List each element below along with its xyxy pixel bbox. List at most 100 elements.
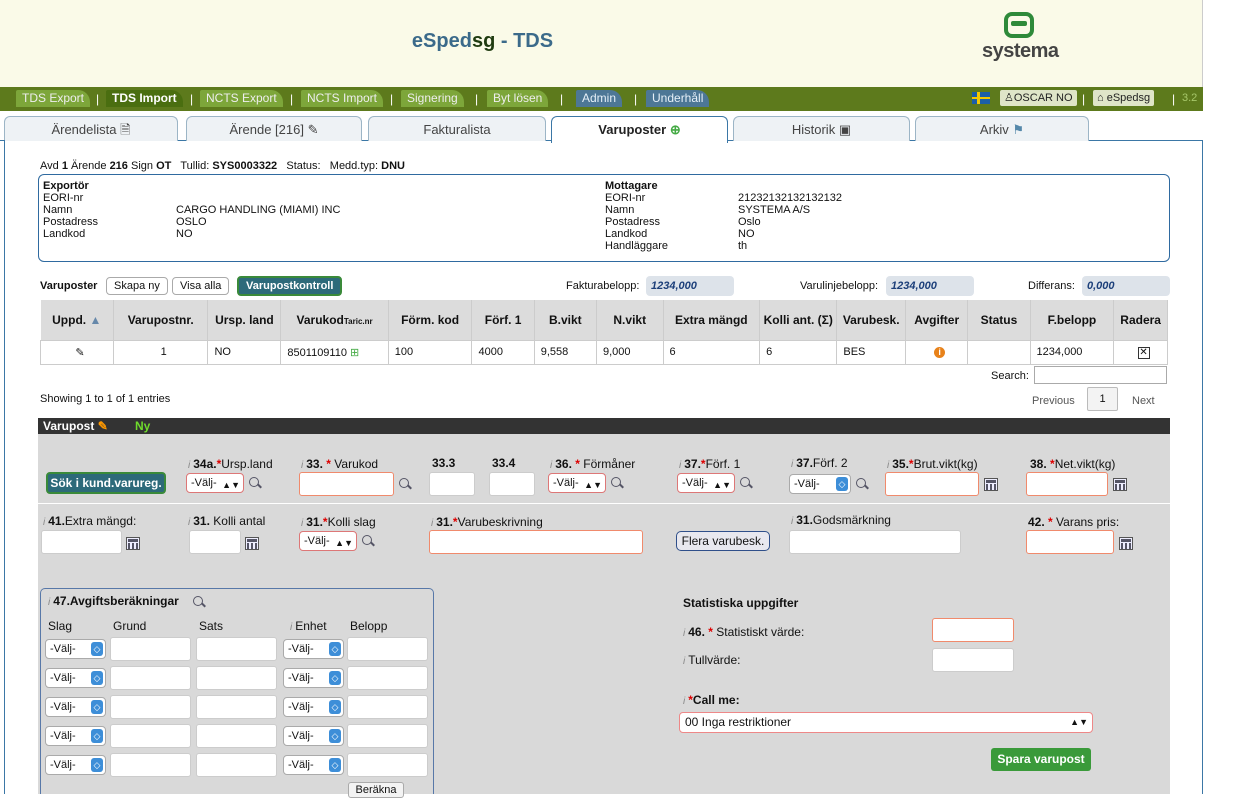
- pager-next[interactable]: Next: [1132, 395, 1155, 407]
- tab-arende[interactable]: Ärende [216] ✎: [186, 116, 362, 141]
- flera-varubesk-button[interactable]: Flera varubesk.: [676, 531, 770, 551]
- belopp-input[interactable]: [347, 666, 428, 690]
- col-nvikt[interactable]: N.vikt: [596, 300, 664, 340]
- col-ursp-land[interactable]: Ursp. land: [207, 300, 282, 340]
- grund-input[interactable]: [110, 724, 191, 748]
- skapa-ny-button[interactable]: Skapa ny: [106, 277, 168, 295]
- forf2-select[interactable]: -Välj- ◇: [789, 474, 851, 494]
- belopp-input[interactable]: [347, 724, 428, 748]
- tab-historik[interactable]: Historik ▣: [733, 116, 910, 141]
- berakna-button[interactable]: Beräkna: [348, 782, 404, 798]
- kolli-antal-input[interactable]: [189, 530, 241, 554]
- search-icon[interactable]: [739, 476, 753, 490]
- tab-arkiv[interactable]: Arkiv ⚑: [915, 116, 1089, 141]
- tab-varuposter[interactable]: Varuposter ⊕: [551, 116, 728, 143]
- table-search-input[interactable]: [1034, 366, 1167, 384]
- nav-underhall[interactable]: Underhåll: [646, 90, 710, 107]
- net-vikt-input[interactable]: [1026, 472, 1108, 496]
- sats-input[interactable]: [196, 637, 277, 661]
- brut-vikt-input[interactable]: [885, 472, 979, 496]
- calculator-icon[interactable]: [1119, 537, 1133, 550]
- belopp-input[interactable]: [347, 637, 428, 661]
- extra-mangd-input[interactable]: [41, 530, 122, 554]
- nav-tds-import[interactable]: TDS Import: [106, 90, 183, 107]
- slag-select[interactable]: -Välj- ◇: [45, 668, 106, 688]
- enhet-select[interactable]: -Välj- ◇: [283, 668, 344, 688]
- col-status[interactable]: Status: [967, 300, 1031, 340]
- tullvarde-input[interactable]: [932, 648, 1014, 672]
- statistiskt-varde-input[interactable]: [932, 618, 1014, 642]
- calculator-icon[interactable]: [1113, 478, 1127, 491]
- nav-admin[interactable]: Admin: [576, 90, 623, 107]
- belopp-input[interactable]: [347, 753, 428, 777]
- enhet-select[interactable]: -Välj- ◇: [283, 697, 344, 717]
- kolli-slag-select[interactable]: -Välj- ▲▼: [299, 531, 357, 551]
- new-varupost-link[interactable]: Ny: [135, 419, 150, 433]
- nav-ncts-export[interactable]: NCTS Export: [200, 90, 283, 107]
- enhet-select[interactable]: -Välj- ◇: [283, 726, 344, 746]
- belopp-input[interactable]: [347, 695, 428, 719]
- user-badge[interactable]: ♙OSCAR NO: [1000, 90, 1077, 106]
- col-kolli-ant[interactable]: Kolli ant. (Σ): [759, 300, 838, 340]
- col-extra-mangd[interactable]: Extra mängd: [663, 300, 761, 340]
- forf1-select[interactable]: -Välj- ▲▼: [677, 473, 735, 493]
- slag-select[interactable]: -Välj- ◇: [45, 755, 106, 775]
- varukod-input[interactable]: [299, 472, 394, 496]
- godsmarkning-input[interactable]: [789, 530, 961, 554]
- nav-signering[interactable]: Signering: [401, 90, 464, 107]
- sats-input[interactable]: [196, 753, 277, 777]
- tab-fakturalista[interactable]: Fakturalista: [368, 116, 546, 141]
- nav-byt-losen[interactable]: Byt lösen: [487, 90, 549, 107]
- slag-select[interactable]: -Välj- ◇: [45, 639, 106, 659]
- grund-input[interactable]: [110, 753, 191, 777]
- col-varupostnr[interactable]: Varupostnr.: [113, 300, 209, 340]
- tab-arendelista[interactable]: Ärendelista 🗎: [4, 116, 178, 141]
- col-avgifter[interactable]: Avgifter: [905, 300, 969, 340]
- col-fbelopp[interactable]: F.belopp: [1030, 300, 1115, 340]
- app-home-link[interactable]: ⌂ eSpedsg: [1093, 90, 1155, 106]
- col-bvikt[interactable]: B.vikt: [534, 300, 597, 340]
- visa-alla-button[interactable]: Visa alla: [172, 277, 230, 295]
- formaner-select[interactable]: -Välj- ▲▼: [548, 473, 606, 493]
- search-icon[interactable]: [398, 477, 412, 491]
- col-varukod[interactable]: VarukodTaric.nr: [280, 300, 389, 340]
- spara-varupost-button[interactable]: Spara varupost: [991, 748, 1091, 771]
- field-33-4-input[interactable]: [489, 472, 535, 496]
- varupostkontroll-button[interactable]: Varupostkontroll: [237, 276, 343, 296]
- col-uppd[interactable]: Uppd. ▲: [40, 300, 114, 340]
- grund-input[interactable]: [110, 695, 191, 719]
- grund-input[interactable]: [110, 637, 191, 661]
- col-radera[interactable]: Radera: [1113, 300, 1168, 340]
- slag-select[interactable]: -Välj- ◇: [45, 726, 106, 746]
- nav-tds-export[interactable]: TDS Export: [16, 90, 91, 107]
- search-icon[interactable]: [855, 477, 869, 491]
- search-icon[interactable]: [361, 534, 375, 548]
- field-33-3-input[interactable]: [429, 472, 475, 496]
- sats-input[interactable]: [196, 695, 277, 719]
- swedish-flag-icon[interactable]: [972, 92, 990, 104]
- calculator-icon[interactable]: [245, 537, 259, 550]
- nav-ncts-import[interactable]: NCTS Import: [301, 90, 384, 107]
- col-varubesk[interactable]: Varubesk.: [836, 300, 907, 340]
- call-me-select[interactable]: 00 Inga restriktioner ▲▼: [679, 712, 1093, 733]
- search-icon[interactable]: [610, 476, 624, 490]
- search-icon[interactable]: [192, 595, 206, 609]
- sats-input[interactable]: [196, 724, 277, 748]
- grund-input[interactable]: [110, 666, 191, 690]
- search-icon[interactable]: [248, 476, 262, 490]
- sats-input[interactable]: [196, 666, 277, 690]
- col-forf1[interactable]: Förf. 1: [471, 300, 535, 340]
- slag-select[interactable]: -Välj- ◇: [45, 697, 106, 717]
- pager-previous[interactable]: Previous: [1032, 395, 1075, 407]
- varans-pris-input[interactable]: [1026, 530, 1114, 554]
- pager-page-1[interactable]: 1: [1087, 387, 1118, 411]
- sok-kund-varureg-button[interactable]: Sök i kund.varureg.: [46, 472, 166, 494]
- edit-pencil-icon[interactable]: ✎: [40, 339, 114, 365]
- taric-link-icon[interactable]: ⊞: [350, 347, 359, 359]
- enhet-select[interactable]: -Välj- ◇: [283, 639, 344, 659]
- ursp-land-select[interactable]: -Välj- ▲▼: [186, 473, 244, 493]
- col-form-kod[interactable]: Förm. kod: [388, 300, 473, 340]
- calculator-icon[interactable]: [984, 478, 998, 491]
- enhet-select[interactable]: -Välj- ◇: [283, 755, 344, 775]
- calculator-icon[interactable]: [126, 537, 140, 550]
